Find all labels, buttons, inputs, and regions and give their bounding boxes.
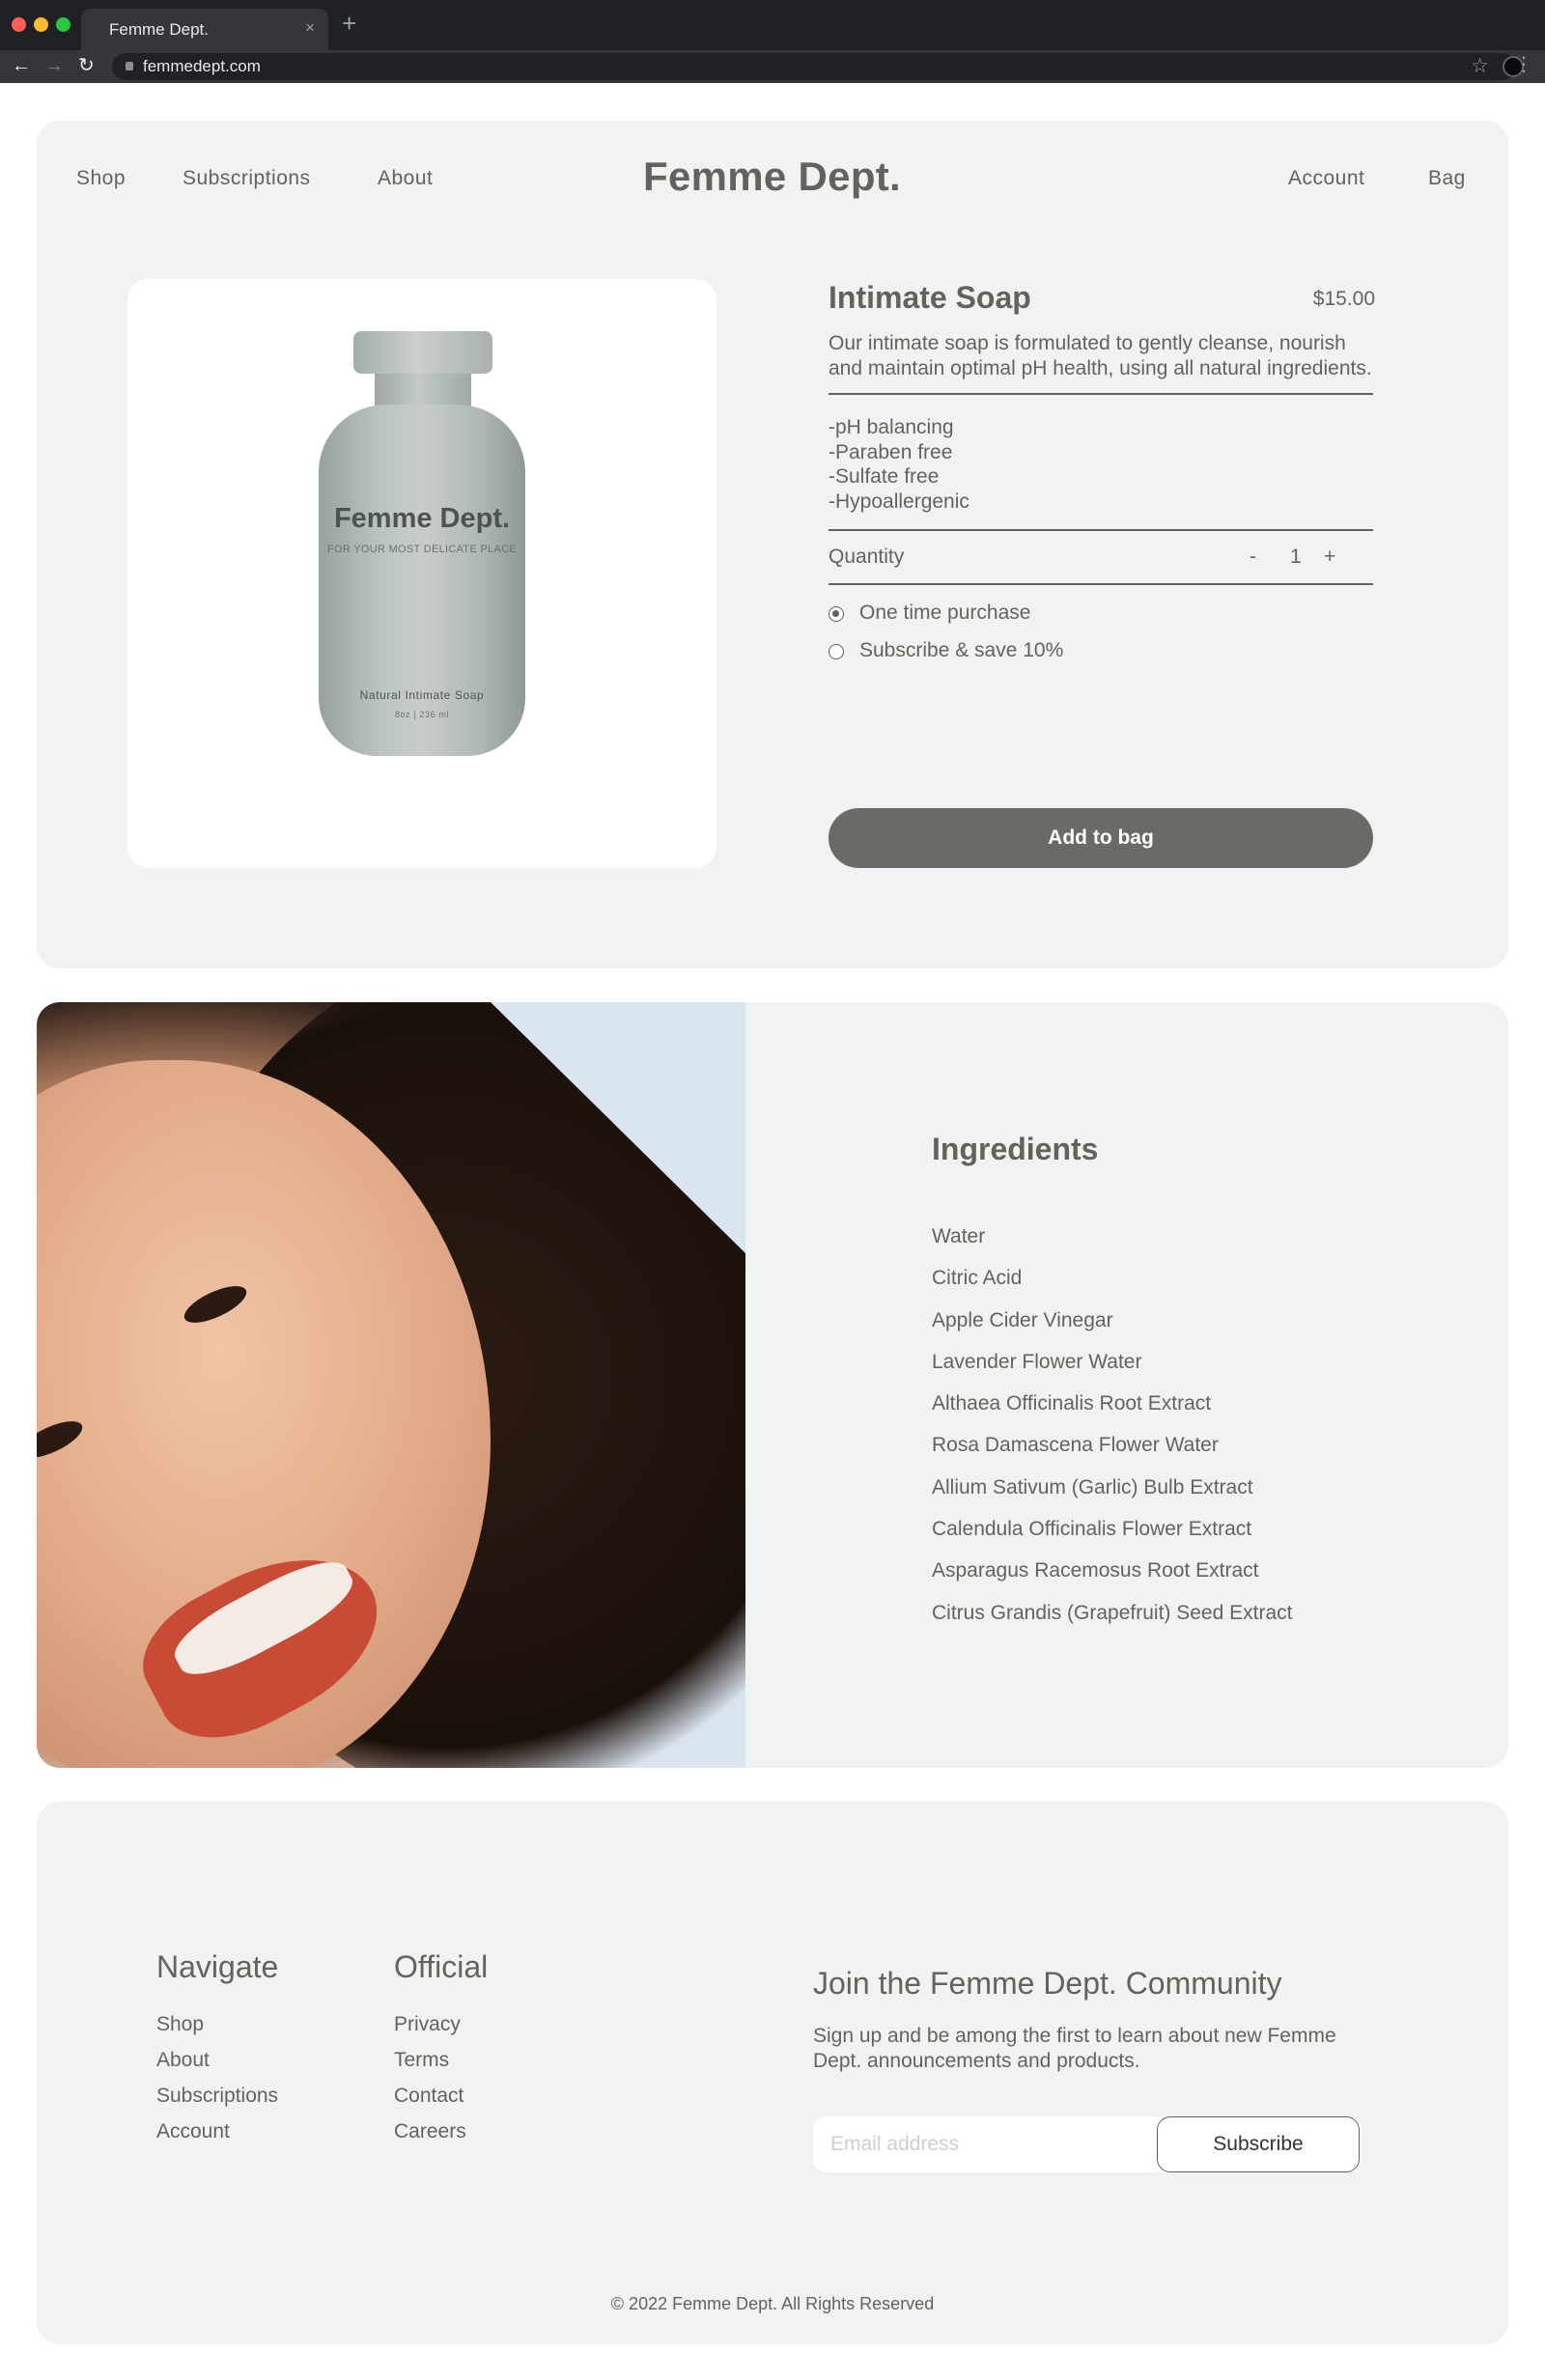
nav-account[interactable]: Account xyxy=(1288,167,1364,190)
newsletter-text: Sign up and be among the first to learn … xyxy=(813,2025,1336,2072)
divider xyxy=(829,583,1373,585)
ingredient-item: Rosa Damascena Flower Water xyxy=(932,1434,1219,1457)
ingredient-item: Water xyxy=(932,1225,986,1247)
footer-link-privacy[interactable]: Privacy xyxy=(394,2012,466,2048)
newsletter-title: Join the Femme Dept. Community xyxy=(813,1966,1282,2001)
feature-list: -pH balancing -Paraben free -Sulfate fre… xyxy=(829,415,969,514)
ingredients-list: Water Citric Acid Apple Cider Vinegar La… xyxy=(932,1224,1292,1642)
footer-link-terms[interactable]: Terms xyxy=(394,2048,466,2084)
ingredient-item: Citric Acid xyxy=(932,1267,1023,1290)
footer-link-shop[interactable]: Shop xyxy=(156,2012,278,2048)
footer-official-links: Privacy Terms Contact Careers xyxy=(394,2012,466,2155)
radio-unselected[interactable] xyxy=(829,644,844,659)
ingredient-item: Allium Sativum (Garlic) Bulb Extract xyxy=(932,1475,1253,1498)
product-price: $15.00 xyxy=(1312,288,1375,310)
product-description: Our intimate soap is formulated to gentl… xyxy=(829,332,1372,379)
footer-link-about[interactable]: About xyxy=(156,2048,278,2084)
quantity-value: 1 xyxy=(1290,546,1302,568)
feature-item: -pH balancing xyxy=(829,416,954,438)
bottle-body: Femme Dept. FOR YOUR MOST DELICATE PLACE… xyxy=(319,405,525,756)
ingredient-item: Asparagus Racemosus Root Extract xyxy=(932,1559,1259,1582)
feature-item: -Sulfate free xyxy=(829,465,940,488)
product-image: Femme Dept. FOR YOUR MOST DELICATE PLACE… xyxy=(127,279,716,868)
ingredients-title: Ingredients xyxy=(932,1132,1099,1166)
nav-about[interactable]: About xyxy=(378,167,433,190)
bottle-cap xyxy=(353,331,492,374)
window-maximize-button[interactable] xyxy=(56,17,70,32)
email-input[interactable] xyxy=(813,2116,1161,2172)
star-icon[interactable]: ☆ xyxy=(1471,54,1489,78)
kebab-menu-icon[interactable]: ⋮ xyxy=(1514,52,1533,77)
feature-item: -Hypoallergenic xyxy=(829,490,969,513)
feature-item: -Paraben free xyxy=(829,440,953,463)
footer-link-account[interactable]: Account xyxy=(156,2119,278,2155)
option-label[interactable]: One time purchase xyxy=(859,602,1030,625)
bottle-brand-label: Femme Dept. xyxy=(333,503,511,534)
add-to-bag-button[interactable]: Add to bag xyxy=(829,808,1373,868)
nav-bag[interactable]: Bag xyxy=(1428,167,1466,190)
copyright-text: © 2022 Femme Dept. All Rights Reserved xyxy=(610,2294,935,2313)
quantity-increase-button[interactable]: + xyxy=(1324,546,1335,569)
footer-link-subscriptions[interactable]: Subscriptions xyxy=(156,2084,278,2119)
tab-strip: Femme Dept. × + xyxy=(0,0,1545,50)
back-arrow-icon[interactable]: ← xyxy=(12,53,31,78)
nav-subscriptions[interactable]: Subscriptions xyxy=(183,167,311,190)
reload-icon[interactable]: ↻ xyxy=(78,53,95,78)
ingredients-card: Ingredients Water Citric Acid Apple Cide… xyxy=(37,1002,1508,1768)
model-photo xyxy=(37,1002,745,1768)
option-label[interactable]: Subscribe & save 10% xyxy=(859,639,1063,662)
address-bar[interactable]: femmedept.com ☆ xyxy=(112,53,1524,80)
browser-chrome: Femme Dept. × + ← → ↻ femmedept.com ☆ ⋮ xyxy=(0,0,1545,83)
radio-selected[interactable] xyxy=(829,606,844,622)
forward-arrow-icon[interactable]: → xyxy=(44,53,64,78)
ingredient-item: Calendula Officinalis Flower Extract xyxy=(932,1518,1252,1541)
bottle-size: 8oz | 236 ml xyxy=(394,710,450,719)
browser-toolbar: ← → ↻ femmedept.com ☆ ⋮ xyxy=(0,50,1545,83)
ingredient-item: Apple Cider Vinegar xyxy=(932,1308,1113,1331)
product-card: Shop Subscriptions About Femme Dept. Acc… xyxy=(37,121,1508,968)
divider xyxy=(829,529,1373,531)
divider xyxy=(829,393,1373,395)
subscribe-button[interactable]: Subscribe xyxy=(1157,2116,1360,2172)
footer-navigate-heading: Navigate xyxy=(156,1949,279,1984)
ingredient-item: Althaea Officinalis Root Extract xyxy=(932,1392,1212,1415)
tab-close-icon[interactable]: × xyxy=(305,18,315,38)
ingredient-item: Citrus Grandis (Grapefruit) Seed Extract xyxy=(932,1601,1293,1624)
window-minimize-button[interactable] xyxy=(34,17,48,32)
quantity-label: Quantity xyxy=(829,546,905,568)
url-text[interactable]: femmedept.com xyxy=(143,57,261,76)
brand-logo[interactable]: Femme Dept. xyxy=(643,154,901,200)
footer-link-careers[interactable]: Careers xyxy=(394,2119,466,2155)
footer-card: Navigate Shop About Subscriptions Accoun… xyxy=(37,1802,1508,2344)
ingredient-item: Lavender Flower Water xyxy=(932,1350,1142,1373)
footer-link-contact[interactable]: Contact xyxy=(394,2084,466,2119)
nav-shop[interactable]: Shop xyxy=(76,167,126,190)
browser-tab[interactable]: Femme Dept. × xyxy=(81,9,328,50)
bottle-product-name: Natural Intimate Soap xyxy=(359,688,485,702)
product-title: Intimate Soap xyxy=(829,280,1031,315)
new-tab-icon[interactable]: + xyxy=(342,11,356,36)
footer-navigate-links: Shop About Subscriptions Account xyxy=(156,2012,278,2155)
quantity-decrease-button[interactable]: - xyxy=(1250,546,1256,569)
lock-icon xyxy=(126,62,133,70)
tab-title: Femme Dept. xyxy=(109,20,209,39)
bottle-tagline: FOR YOUR MOST DELICATE PLACE xyxy=(326,544,518,555)
footer-official-heading: Official xyxy=(394,1949,489,1984)
window-close-button[interactable] xyxy=(12,17,26,32)
